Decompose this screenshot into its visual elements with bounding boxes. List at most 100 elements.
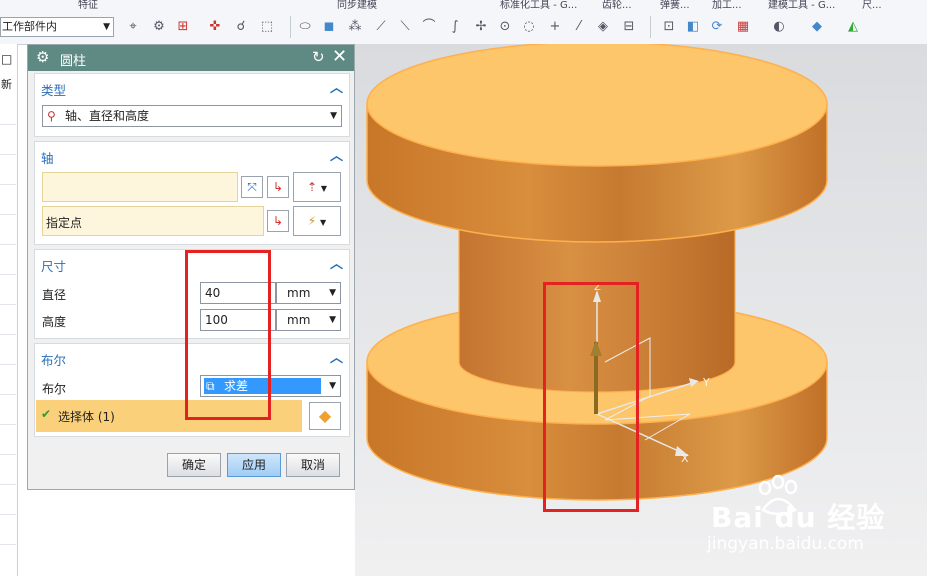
eraser-icon[interactable]: ⬭ (296, 17, 314, 37)
watermark-main: Bai du 经验 (711, 501, 886, 534)
chevron-down-icon: ▼ (329, 381, 336, 391)
pointer-icon[interactable]: ✜ (206, 17, 224, 37)
navigator-row (0, 394, 16, 395)
annotation-red-box (185, 250, 271, 420)
navigator-row (0, 544, 16, 545)
analysis-icon[interactable]: ◭ (844, 17, 862, 37)
view-fit-icon[interactable]: ⊡ (660, 17, 678, 37)
close-icon[interactable]: ✕ (332, 46, 347, 67)
navigator-row (0, 274, 16, 275)
dimensions-section-header[interactable]: 尺寸 (41, 256, 66, 275)
center-icon[interactable]: ⊙ (496, 17, 514, 37)
ribbon-label-dim[interactable]: 尺... (862, 0, 882, 9)
filter-icon[interactable]: ⚙ (150, 17, 168, 37)
vector-type-dropdown[interactable]: ⇡ ▼ (293, 172, 341, 202)
ok-button[interactable]: 确定 (167, 453, 221, 477)
line-icon[interactable]: ⁄ (570, 17, 588, 37)
navigator-row (0, 334, 16, 335)
chevron-up-icon[interactable]: ︿ (330, 347, 343, 366)
grid-icon[interactable]: ⊟ (620, 17, 638, 37)
rect-select-icon[interactable]: ⬚ (258, 17, 276, 37)
height-label: 高度 (42, 315, 67, 329)
snap-grid-icon[interactable]: ⁂ (346, 17, 364, 37)
top-flange-top (366, 44, 828, 167)
ribbon-group-labels: 特征 同步建模 标准化工具 - G... 齿轮... 弹簧... 加工... 建… (0, 0, 927, 9)
boolean-section-header[interactable]: 布尔 (41, 350, 66, 369)
intersect-icon[interactable]: ✢ (472, 17, 490, 37)
ribbon-label-std[interactable]: 标准化工具 - G... (500, 0, 577, 9)
select-point-icon[interactable]: ⊞ (174, 17, 192, 37)
point-type-dropdown[interactable]: ⚡ ▼ (293, 206, 341, 236)
apply-button[interactable]: 应用 (227, 453, 281, 477)
diameter-label: 直径 (42, 288, 67, 302)
select-body-label: 选择体 (1) (58, 410, 115, 424)
chevron-up-icon[interactable]: ︿ (330, 145, 343, 164)
lasso-icon[interactable]: ☌ (232, 17, 250, 37)
cube-icon[interactable]: ◼ (320, 17, 338, 37)
reset-icon[interactable]: ↻ (312, 48, 325, 66)
checkmark-icon: ✔ (41, 407, 52, 421)
type-section-header[interactable]: 类型 (41, 80, 66, 99)
boolean-label: 布尔 (42, 382, 67, 396)
height-unit-select[interactable]: mm ▼ (276, 309, 341, 331)
point-dialog-icon[interactable]: ↳ (267, 210, 289, 232)
axis-section: 轴 ︿ ⤧ ↳ ⇡ ▼ 指定点 ↳ ⚡ ▼ (34, 141, 350, 245)
navigator-row (0, 304, 16, 305)
chevron-down-icon: ▼ (330, 111, 337, 121)
chevron-up-icon[interactable]: ︿ (330, 253, 343, 272)
chevron-down-icon: ▼ (103, 22, 110, 32)
type-section: 类型 ︿ ⚲ 轴、直径和高度 ▼ (34, 73, 350, 137)
navigator-icon[interactable]: □ (1, 52, 12, 66)
toolbar-separator (290, 16, 291, 38)
snap-icon[interactable]: ⌖ (124, 17, 142, 37)
cancel-button[interactable]: 取消 (286, 453, 340, 477)
endpoint-icon[interactable]: ⟋ (372, 17, 390, 37)
solid-icon[interactable]: ◆ (808, 17, 826, 37)
navigator-row (0, 514, 16, 515)
vector-dialog-icon[interactable]: ↳ (267, 176, 289, 198)
ribbon-label-feature[interactable]: 特征 (78, 0, 98, 9)
ribbon-label-sync[interactable]: 同步建模 (337, 0, 377, 9)
ribbon-label-modeling[interactable]: 建模工具 - G... (768, 0, 835, 9)
midpoint-icon[interactable]: ⟍ (396, 17, 414, 37)
gear-icon[interactable]: ⚙ (36, 48, 49, 66)
ribbon-label-gear[interactable]: 齿轮... (602, 0, 632, 9)
select-body-cube-icon[interactable]: ◆ (309, 402, 341, 430)
face-point-icon[interactable]: ◈ (594, 17, 612, 37)
shaded-icon[interactable]: ◧ (684, 17, 702, 37)
arc-icon[interactable]: ⌒ (420, 17, 438, 37)
selection-scope-select[interactable]: 工作部件内 ▼ (0, 17, 114, 37)
toolbar-separator (650, 16, 651, 38)
navigator-row (0, 124, 16, 125)
navigator-row (0, 154, 16, 155)
navigator-row (0, 184, 16, 185)
navigator-row (0, 244, 16, 245)
chevron-down-icon: ▼ (329, 288, 336, 298)
specify-point-label: 指定点 (46, 216, 83, 230)
diameter-unit-select[interactable]: mm ▼ (276, 282, 341, 304)
chevron-up-icon[interactable]: ︿ (330, 77, 343, 96)
curve-icon[interactable]: ∫ (446, 17, 464, 37)
dialog-title-bar[interactable]: ⚙ 圆柱 ↻ ✕ (28, 45, 354, 71)
specify-point-field[interactable]: 指定点 (42, 206, 264, 236)
navigator-label[interactable]: 新 (1, 76, 12, 92)
ribbon-label-spring[interactable]: 弹簧... (660, 0, 690, 9)
rotate-icon[interactable]: ⟳ (708, 17, 726, 37)
navigator-row (0, 364, 16, 365)
type-select[interactable]: ⚲ 轴、直径和高度 ▼ (42, 105, 342, 127)
y-axis-label: Y (702, 376, 710, 389)
ribbon-label-machining[interactable]: 加工... (712, 0, 742, 9)
height-unit-value: mm (287, 313, 311, 327)
plus-icon[interactable]: + (546, 17, 564, 37)
layout-icon[interactable]: ▦ (734, 17, 752, 37)
quadrant-icon[interactable]: ◌ (520, 17, 538, 37)
render-icon[interactable]: ◐ (770, 17, 788, 37)
axis-section-header[interactable]: 轴 (41, 148, 54, 167)
annotation-red-box (543, 282, 639, 512)
diameter-unit-value: mm (287, 286, 311, 300)
dialog-title: 圆柱 (60, 54, 87, 69)
type-select-value: 轴、直径和高度 (65, 109, 150, 123)
specify-vector-field[interactable] (42, 172, 238, 202)
graphics-viewport[interactable]: Z Y X Bai du 经验 jingyan.baidu.com (355, 44, 927, 576)
reverse-direction-icon[interactable]: ⤧ (241, 176, 263, 198)
